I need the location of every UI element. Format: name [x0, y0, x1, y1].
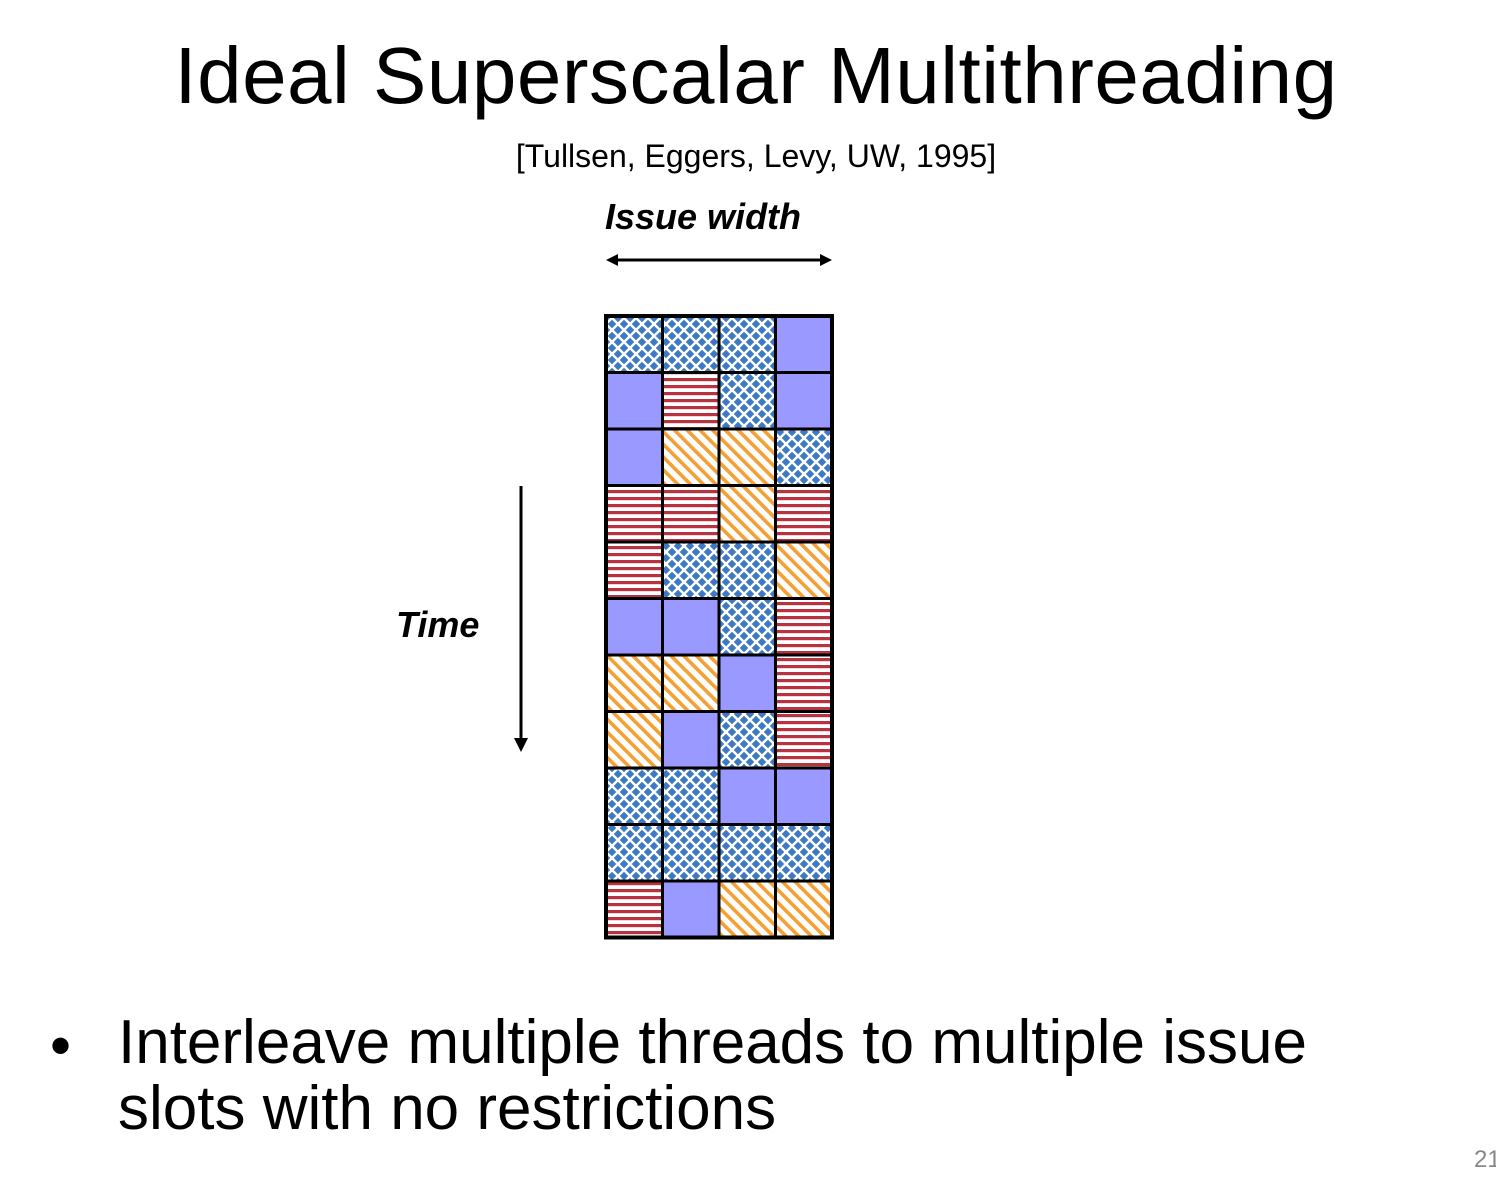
slot-cell-thread-A — [717, 653, 777, 713]
slot-cell-thread-A — [774, 314, 834, 374]
slot-cell-thread-D — [661, 653, 721, 713]
slot-cell-thread-A — [604, 371, 664, 431]
slot-cell-thread-C — [604, 540, 664, 600]
slot-cell-thread-B — [774, 823, 834, 883]
slot-cell-thread-D — [717, 879, 777, 939]
slot-cell-thread-B — [661, 540, 721, 600]
slot-cell-thread-A — [604, 597, 664, 657]
slot-cell-thread-B — [717, 314, 777, 374]
slot-cell-thread-D — [717, 484, 777, 544]
slot-cell-thread-A — [774, 371, 834, 431]
slot-cell-thread-B — [661, 766, 721, 826]
slot-cell-thread-B — [717, 371, 777, 431]
slot-cell-thread-B — [661, 314, 721, 374]
slot-cell-thread-C — [774, 484, 834, 544]
slot-cell-thread-B — [604, 766, 664, 826]
slot-cell-thread-C — [661, 371, 721, 431]
issue-width-arrow — [606, 254, 832, 266]
slot-cell-thread-A — [661, 879, 721, 939]
slot-cell-thread-C — [774, 653, 834, 713]
slot-cell-thread-A — [774, 766, 834, 826]
slot-cell-thread-C — [604, 879, 664, 939]
slot-cell-thread-B — [604, 823, 664, 883]
slot-cell-thread-B — [604, 314, 664, 374]
slot-cell-thread-B — [717, 597, 777, 657]
slot-cell-thread-D — [604, 653, 664, 713]
slot-cell-thread-A — [717, 766, 777, 826]
slot-cell-thread-D — [774, 540, 834, 600]
slot-cell-thread-B — [717, 823, 777, 883]
slot-cell-thread-B — [774, 427, 834, 487]
slot-cell-thread-D — [661, 427, 721, 487]
bullet-marker: • — [50, 1012, 72, 1079]
slot-grid — [604, 314, 834, 940]
slot-cell-thread-B — [717, 540, 777, 600]
slot-cell-thread-A — [661, 710, 721, 770]
slot-cell-thread-D — [604, 710, 664, 770]
slot-cell-thread-C — [604, 484, 664, 544]
slot-cell-thread-C — [774, 597, 834, 657]
slot-cell-thread-B — [717, 710, 777, 770]
slot-cell-thread-D — [717, 427, 777, 487]
time-arrow — [514, 486, 528, 752]
page-number: 21 — [1474, 1146, 1496, 1173]
bullet-text: Interleave multiple threads to multiple … — [118, 1008, 1307, 1143]
slot-cell-thread-C — [661, 484, 721, 544]
slot-cell-thread-B — [661, 823, 721, 883]
slot-cell-thread-C — [774, 710, 834, 770]
slot-cell-thread-A — [604, 427, 664, 487]
slot-cell-thread-A — [661, 597, 721, 657]
slot-cell-thread-D — [774, 879, 834, 939]
